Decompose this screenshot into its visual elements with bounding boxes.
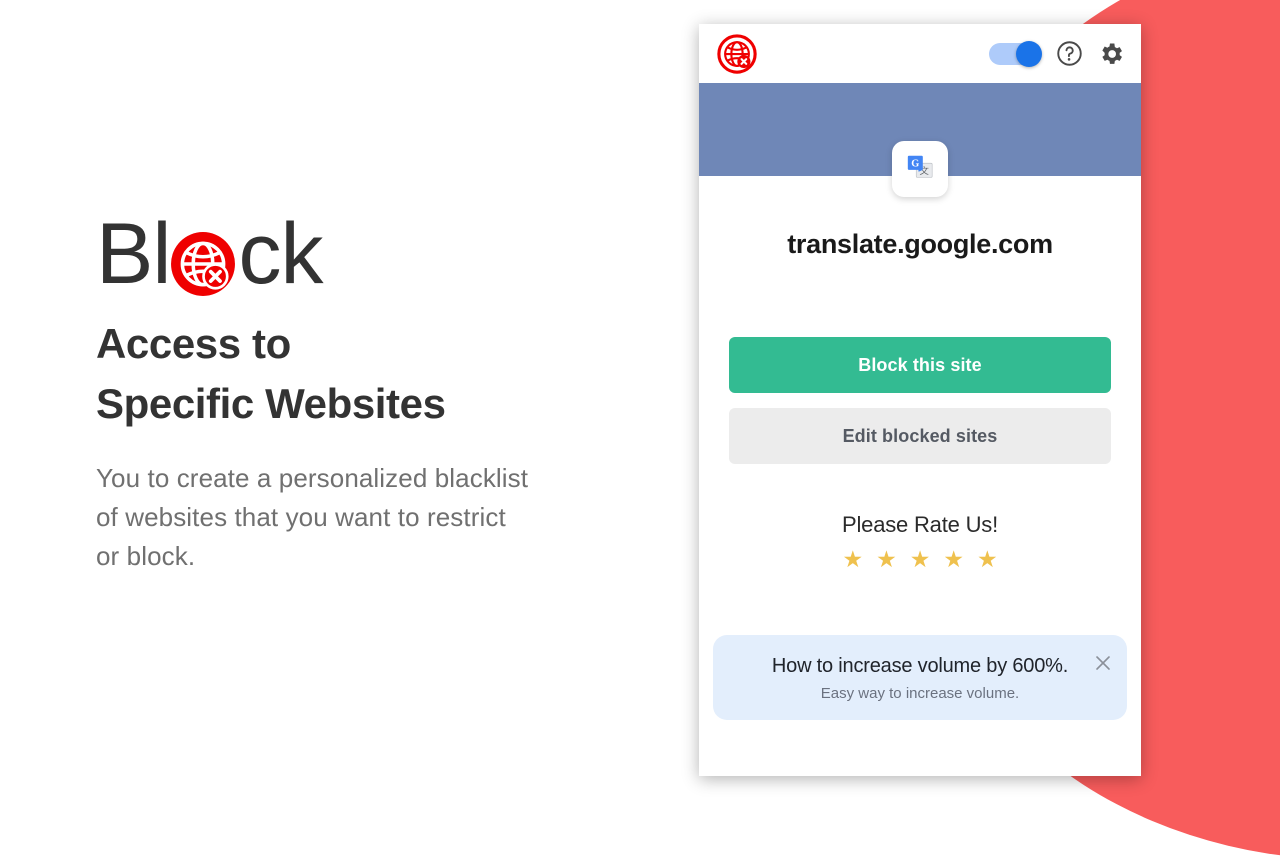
page-title-suffix: ck <box>238 206 323 302</box>
promotion-banner[interactable]: How to increase volume by 600%. Easy way… <box>713 635 1127 720</box>
gear-icon[interactable] <box>1097 40 1125 68</box>
enable-toggle[interactable] <box>989 40 1042 67</box>
promo-panel: Bl ck Access to Specific Websites You to… <box>96 206 636 576</box>
page-title-prefix: Bl <box>96 206 171 302</box>
google-translate-icon: 文 G <box>905 152 935 187</box>
star-icon[interactable]: ★ <box>977 548 998 571</box>
globe-block-icon <box>170 225 236 296</box>
star-icon[interactable]: ★ <box>842 548 863 571</box>
header-actions <box>989 40 1125 68</box>
star-icon[interactable]: ★ <box>943 548 964 571</box>
svg-text:G: G <box>911 158 919 169</box>
popup-header <box>699 24 1141 83</box>
promotion-banner-title: How to increase volume by 600%. <box>771 655 1069 677</box>
promo-description: You to create a personalized blacklist o… <box>96 463 529 572</box>
star-icon[interactable]: ★ <box>876 548 897 571</box>
promo-subtitle-line2: Specific Websites <box>96 379 446 427</box>
promo-subtitle: Access to Specific Websites <box>96 314 636 433</box>
site-domain: translate.google.com <box>787 229 1053 259</box>
rating-section: Please Rate Us! ★ ★ ★ ★ ★ <box>842 512 998 571</box>
popup-banner-band: 文 G <box>699 83 1141 197</box>
close-icon[interactable] <box>1093 653 1113 673</box>
block-this-site-button[interactable]: Block this site <box>729 337 1111 393</box>
promotion-banner-subtitle: Easy way to increase volume. <box>820 685 1020 702</box>
question-circle-icon[interactable] <box>1055 40 1083 68</box>
promo-subtitle-line1: Access to <box>96 320 291 367</box>
extension-popup: 文 G translate.google.com Block this site… <box>699 24 1141 776</box>
toggle-knob <box>1016 40 1042 67</box>
page-title: Bl ck <box>96 206 636 302</box>
rating-stars[interactable]: ★ ★ ★ ★ ★ <box>842 548 998 571</box>
globe-block-icon <box>717 33 757 74</box>
rating-title: Please Rate Us! <box>842 512 998 537</box>
popup-body: translate.google.com Block this site Edi… <box>699 176 1141 776</box>
site-favicon-tile: 文 G <box>892 141 948 197</box>
edit-blocked-sites-button[interactable]: Edit blocked sites <box>729 408 1111 464</box>
star-icon[interactable]: ★ <box>910 548 931 571</box>
